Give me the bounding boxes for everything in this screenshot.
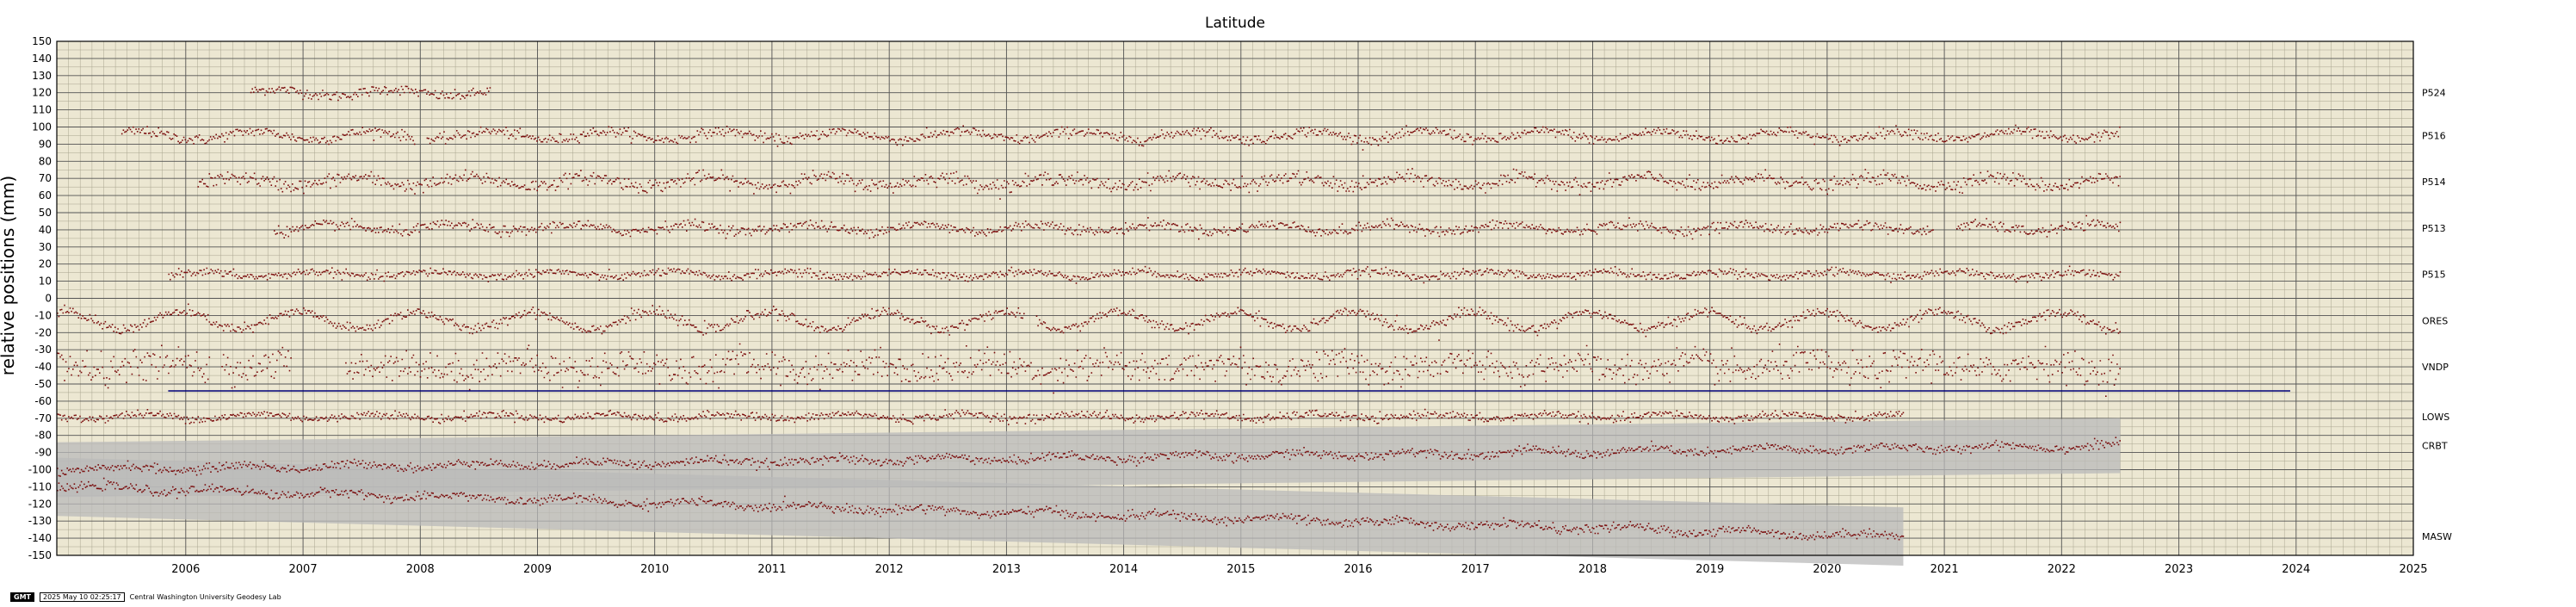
station-label: P513: [2422, 223, 2446, 234]
y-tick-label: -20: [34, 326, 52, 338]
y-tick-label: -90: [34, 447, 52, 459]
timestamp: 2025 May 10 02:25:17: [39, 592, 125, 602]
y-tick-label: 110: [32, 104, 52, 116]
x-tick-label: 2021: [1930, 563, 1959, 576]
x-tick-label: 2024: [2282, 563, 2310, 576]
y-tick-label: 120: [32, 87, 52, 99]
x-tick-label: 2015: [1226, 563, 1255, 576]
y-tick-label: -30: [34, 344, 52, 356]
x-tick-label: 2008: [406, 563, 435, 576]
x-tick-label: 2020: [1813, 563, 1841, 576]
y-tick-label: 20: [39, 258, 52, 270]
y-tick-label: 140: [32, 53, 52, 65]
x-tick-label: 2006: [171, 563, 200, 576]
y-tick-label: -110: [28, 480, 52, 492]
y-tick-label: -80: [34, 430, 52, 442]
station-label: VNDP: [2422, 362, 2449, 373]
y-tick-label: -140: [28, 532, 52, 544]
station-label: LOWS: [2422, 412, 2449, 423]
x-tick-label: 2010: [640, 563, 669, 576]
plot-area: 1501401301201101009080706050403020100-10…: [28, 35, 2452, 576]
y-tick-label: 100: [32, 121, 52, 133]
x-tick-label: 2018: [1578, 563, 1607, 576]
station-label: MASW: [2422, 531, 2452, 542]
y-tick-label: -50: [34, 378, 52, 390]
x-tick-label: 2017: [1461, 563, 1490, 576]
y-tick-label: -40: [34, 361, 52, 373]
station-label: P514: [2422, 177, 2446, 188]
y-tick-label: 150: [32, 35, 52, 47]
lab-name: Central Washington University Geodesy La…: [129, 593, 281, 601]
x-tick-label: 2022: [2048, 563, 2076, 576]
x-tick-label: 2007: [289, 563, 318, 576]
x-tick-label: 2023: [2165, 563, 2193, 576]
y-tick-label: 0: [45, 293, 52, 305]
y-tick-label: -70: [34, 412, 52, 424]
latitude-chart: Latitude relative positions (mm) 150 140 1…: [0, 15, 2452, 576]
x-tick-label: 2009: [523, 563, 552, 576]
x-tick-label: 2012: [875, 563, 904, 576]
y-tick-label: 60: [39, 189, 52, 201]
y-tick-label: 90: [39, 138, 52, 150]
x-tick-label: 2011: [757, 563, 786, 576]
station-label: CRBT: [2422, 441, 2448, 452]
y-tick-label: -10: [34, 309, 52, 321]
y-tick-label: 40: [39, 224, 52, 236]
y-tick-label: -130: [28, 515, 52, 527]
chart-title: Latitude: [1205, 15, 1265, 32]
x-tick-label: 2016: [1344, 563, 1372, 576]
station-label: P516: [2422, 130, 2446, 141]
x-tick-label: 2019: [1696, 563, 1724, 576]
y-tick-label: 30: [39, 241, 52, 253]
footer: GMT 2025 May 10 02:25:17 Central Washing…: [10, 592, 281, 602]
y-tick-label: -120: [28, 498, 52, 510]
station-label: P515: [2422, 269, 2446, 281]
y-tick-label: -60: [34, 395, 52, 407]
station-label: ORES: [2422, 315, 2448, 326]
y-tick-label: 80: [39, 155, 52, 167]
y-tick-label: 50: [39, 207, 52, 219]
y-tick-label: 10: [39, 276, 52, 288]
x-tick-label: 2014: [1109, 563, 1138, 576]
y-tick-label: 130: [32, 70, 52, 82]
gmt-logo: GMT: [10, 592, 34, 602]
y-tick-label: 70: [39, 172, 52, 184]
station-label: P524: [2422, 88, 2446, 99]
x-tick-label: 2025: [2399, 563, 2427, 576]
y-tick-label: -150: [28, 549, 52, 561]
y-axis-label: relative positions (mm): [0, 176, 18, 375]
y-tick-label: -100: [28, 464, 52, 476]
x-tick-label: 2013: [992, 563, 1021, 576]
